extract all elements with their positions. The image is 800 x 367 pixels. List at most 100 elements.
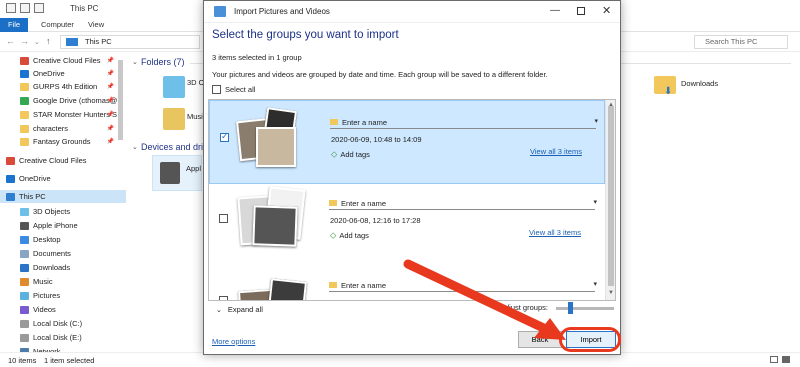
sidebar-item[interactable]: Videos (0, 303, 126, 316)
select-all-label: Select all (225, 85, 256, 94)
forward-arrow-icon[interactable]: → (20, 36, 29, 46)
import-group[interactable]: ✓ Enter a name ▾ 2020-06-09, 10:48 to 14:09… (209, 100, 605, 184)
back-arrow-icon[interactable]: ← (6, 36, 15, 46)
sidebar-item-label: OneDrive (33, 69, 65, 78)
selection-summary: 3 items selected in 1 group (212, 53, 302, 62)
add-tags-link[interactable]: ⬦ Add tags (331, 149, 370, 160)
cloud-folder-icon (20, 56, 29, 65)
divider (621, 63, 791, 64)
breadcrumb-this-pc[interactable]: This PC (85, 37, 112, 46)
dropdown-arrow-icon[interactable]: ▾ (594, 117, 598, 125)
sidebar-item-label: Creative Cloud Files (33, 56, 101, 65)
date-range: 2020-06-09, 10:48 to 14:09 (331, 135, 422, 144)
tab-file[interactable]: File (0, 18, 28, 32)
name-placeholder: Enter a name (341, 281, 387, 290)
groups-scrollbar[interactable]: ▲ ▼ (605, 100, 615, 300)
collapse-chevron-icon[interactable]: ⌄ (132, 143, 138, 151)
folder-label[interactable]: Musi (187, 112, 203, 121)
address-bar[interactable]: This PC (60, 35, 200, 49)
sidebar-item[interactable]: Local Disk (E:) (0, 331, 126, 344)
sidebar-item-label: This PC (19, 192, 46, 201)
sidebar-item[interactable]: Google Drive (cthomas@ 📌 (0, 94, 126, 107)
maximize-icon[interactable] (577, 7, 585, 15)
3d-objects-folder-icon[interactable] (163, 76, 185, 98)
search-input[interactable]: Search This PC (694, 35, 788, 49)
group-name-field[interactable]: Enter a name ▾ (330, 117, 598, 129)
sidebar-item[interactable]: Pictures (0, 289, 126, 302)
minimize-icon[interactable]: — (550, 5, 560, 16)
sidebar-item[interactable]: Creative Cloud Files 📌 (0, 54, 126, 67)
sidebar-item[interactable]: Apple iPhone (0, 219, 126, 232)
sidebar-item[interactable]: Fantasy Grounds 📌 (0, 135, 126, 148)
date-range: 2020-06-08, 12:16 to 17:28 (330, 216, 421, 225)
folder-label[interactable]: 3D O (187, 78, 205, 87)
view-all-link[interactable]: View all 3 items (530, 147, 582, 156)
slider-thumb[interactable] (568, 302, 573, 314)
folder-icon (20, 124, 29, 133)
dialog-heading: Select the groups you want to import (212, 29, 399, 41)
dropdown-arrow-icon[interactable]: ▾ (593, 280, 597, 288)
large-icons-view-icon[interactable] (782, 356, 790, 363)
tab-view[interactable]: View (88, 18, 104, 32)
groups-list: ✓ Enter a name ▾ 2020-06-09, 10:48 to 14:09… (208, 99, 616, 301)
select-all-checkbox[interactable]: Select all (212, 85, 255, 94)
sidebar-item[interactable]: OneDrive (0, 172, 126, 185)
expand-all-toggle[interactable]: ⌄ Expand all (216, 305, 263, 314)
dropdown-arrow-icon[interactable]: ▾ (593, 198, 597, 206)
downloads-icon (20, 263, 29, 272)
folder-icon (20, 137, 29, 146)
sidebar-item-label: 3D Objects (33, 207, 71, 216)
sidebar-item[interactable]: Creative Cloud Files (0, 154, 126, 167)
sidebar-item[interactable]: Desktop (0, 233, 126, 246)
pin-icon: 📌 (106, 71, 114, 77)
sidebar-item[interactable]: Music (0, 275, 126, 288)
sidebar-item[interactable]: characters 📌 (0, 122, 126, 135)
import-group[interactable]: Enter a name ▾ 2020-06-08, 12:16 to 17:28 ⬦… (209, 182, 605, 266)
music-folder-icon[interactable] (163, 108, 185, 130)
recent-locations-icon[interactable]: ⌄ (34, 38, 40, 46)
tag-icon: ⬦ (331, 149, 338, 159)
group-checkbox[interactable] (219, 214, 228, 223)
sidebar-item[interactable]: Local Disk (C:) (0, 317, 126, 330)
sidebar-item[interactable]: 3D Objects (0, 205, 126, 218)
group-thumbnails[interactable] (233, 268, 313, 300)
sidebar-item[interactable]: Downloads (0, 261, 126, 274)
collapse-chevron-icon[interactable]: ⌄ (132, 58, 138, 66)
devices-group-header[interactable]: Devices and driv (141, 142, 208, 152)
adjust-groups-slider[interactable] (556, 307, 614, 310)
details-view-icon[interactable] (770, 356, 778, 363)
group-thumbnails[interactable] (233, 186, 313, 258)
add-tags-link[interactable]: ⬦ Add tags (330, 230, 369, 241)
sidebar-item-label: GURPS 4th Edition (33, 82, 98, 91)
folder-icon (20, 82, 29, 91)
more-options-link[interactable]: More options (212, 337, 255, 346)
pin-icon: 📌 (106, 139, 114, 145)
scroll-thumb[interactable] (608, 106, 614, 286)
music-icon (20, 277, 29, 286)
sidebar-item[interactable]: GURPS 4th Edition 📌 (0, 80, 126, 93)
sidebar-item[interactable]: OneDrive 📌 (0, 67, 126, 80)
group-thumbnails[interactable] (234, 105, 314, 177)
view-all-link[interactable]: View all 3 items (529, 228, 581, 237)
sidebar-item[interactable]: This PC (0, 190, 126, 203)
scroll-down-icon[interactable]: ▼ (608, 290, 614, 296)
import-group[interactable]: Enter a name▾2020-06-03, 13:14 to 13:16⬦… (209, 264, 605, 300)
group-checkbox[interactable] (219, 296, 228, 300)
group-name-field[interactable]: Enter a name ▾ (329, 280, 597, 292)
documents-icon (20, 249, 29, 258)
up-arrow-icon[interactable]: ↑ (46, 36, 51, 46)
folder-icon (329, 200, 337, 206)
close-icon[interactable]: ✕ (602, 4, 611, 17)
checkbox[interactable] (212, 85, 221, 94)
group-checkbox[interactable]: ✓ (220, 131, 229, 142)
folders-group-header[interactable]: Folders (7) (141, 57, 185, 67)
back-button[interactable]: Back (518, 331, 562, 348)
properties-icon[interactable] (20, 3, 30, 13)
sidebar-item[interactable]: STAR Monster Hunters S 📌 (0, 108, 126, 121)
group-name-field[interactable]: Enter a name ▾ (329, 198, 597, 210)
new-folder-icon[interactable] (34, 3, 44, 13)
expand-all-label: Expand all (227, 305, 263, 314)
tab-computer[interactable]: Computer (41, 18, 74, 32)
downloads-label[interactable]: Downloads (681, 79, 718, 88)
sidebar-item[interactable]: Documents (0, 247, 126, 260)
